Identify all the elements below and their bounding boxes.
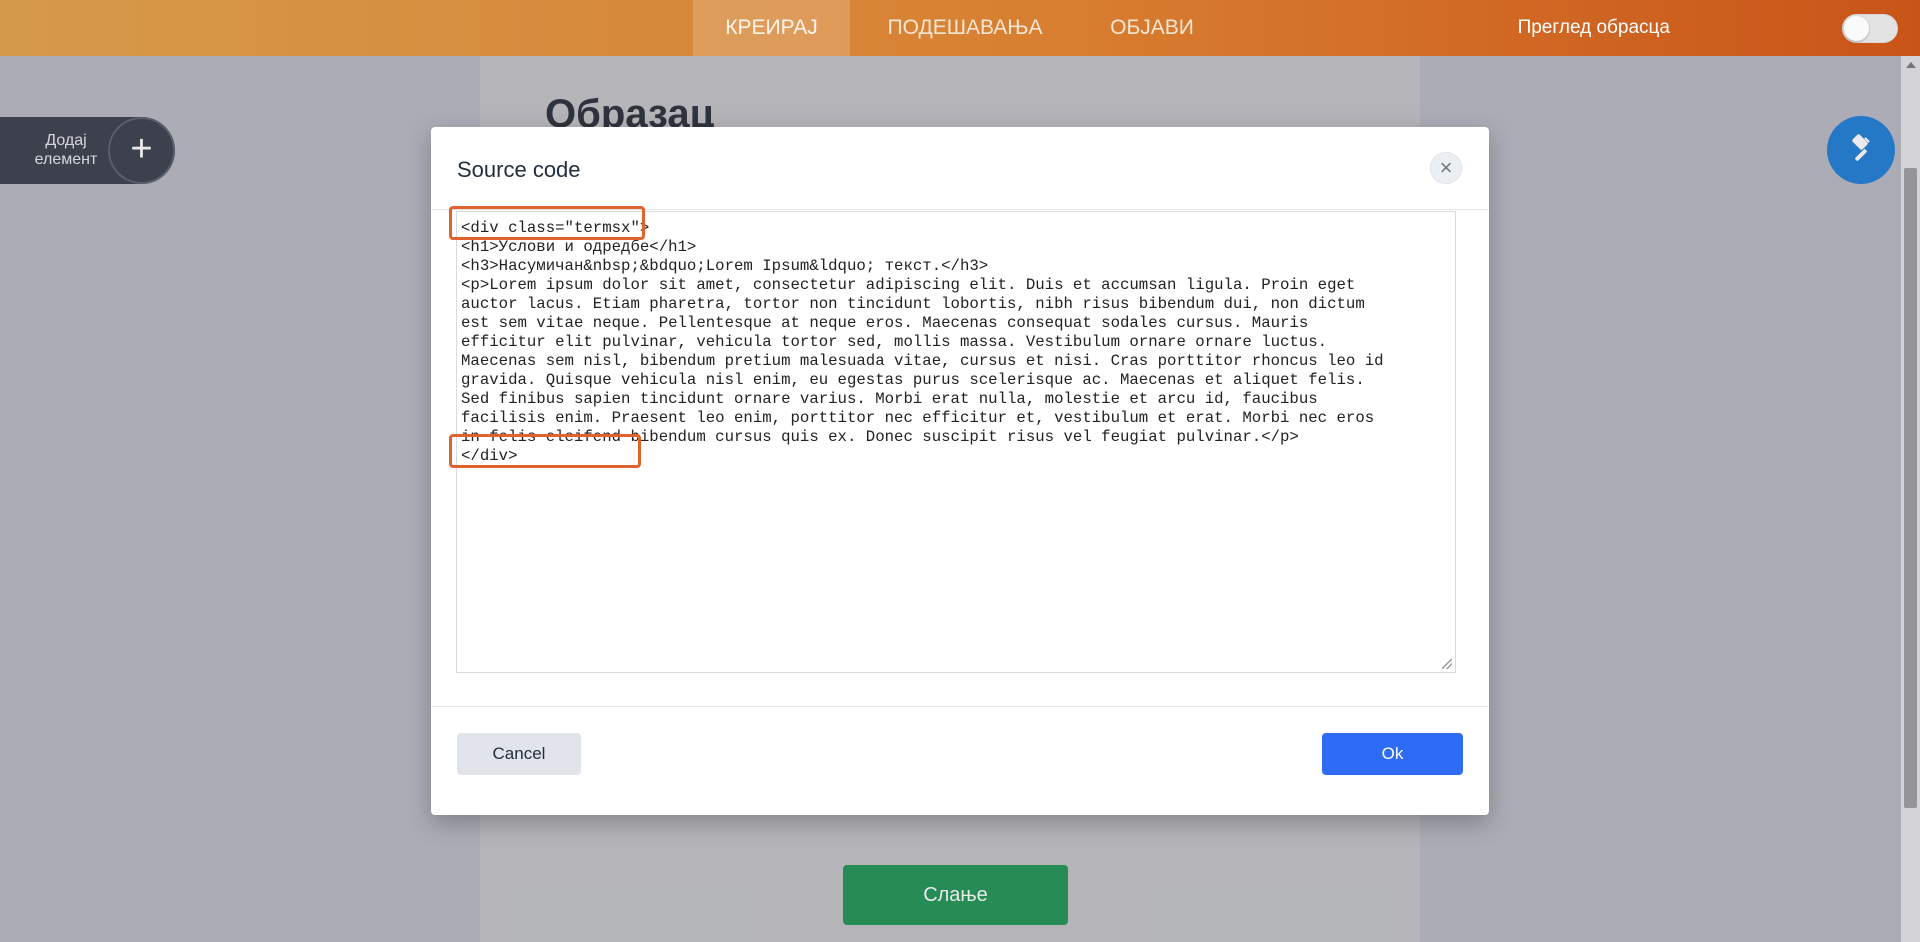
close-icon[interactable]: ×	[1430, 152, 1462, 184]
code-line: auctor lacus. Etiam pharetra, tortor non…	[461, 295, 1365, 313]
code-line: gravida. Quisque vehicula nisl enim, eu …	[461, 371, 1365, 389]
highlight-annotation-open-div	[449, 206, 645, 240]
tab-create[interactable]: КРЕИРАЈ	[693, 0, 850, 56]
tab-publish[interactable]: ОБЈАВИ	[1100, 0, 1204, 56]
cancel-button[interactable]: Cancel	[457, 733, 581, 775]
code-line: facilisis enim. Praesent leo enim, portt…	[461, 409, 1375, 427]
code-line: <h3>Насумичан&nbsp;&bdquo;Lorem Ipsum&ld…	[461, 257, 989, 275]
code-line: efficitur elit pulvinar, vehicula tortor…	[461, 333, 1328, 351]
textarea-resize-handle[interactable]	[1442, 659, 1452, 669]
form-preview-label: Преглед обрасца	[1517, 17, 1670, 38]
dialog-footer-divider	[431, 706, 1489, 707]
top-nav-bar: КРЕИРАЈ ПОДЕШАВАЊА ОБЈАВИ Преглед обрасц…	[0, 0, 1920, 56]
highlight-annotation-close-div	[449, 434, 641, 468]
code-line: Sed finibus sapien tincidunt ornare vari…	[461, 390, 1318, 408]
tab-settings[interactable]: ПОДЕШАВАЊА	[870, 0, 1060, 56]
dialog-title: Source code	[457, 157, 581, 182]
code-line: <h1>Услови и одредбе</h1>	[461, 238, 697, 256]
code-line: est sem vitae neque. Pellentesque at neq…	[461, 314, 1309, 332]
toggle-knob	[1844, 16, 1869, 41]
code-line: Maecenas sem nisl, bibendum pretium male…	[461, 352, 1384, 370]
code-line: <p>Lorem ipsum dolor sit amet, consectet…	[461, 276, 1356, 294]
form-preview-toggle[interactable]	[1842, 14, 1898, 43]
source-code-dialog: Source code × <div class="termsx"> <h1>У…	[431, 127, 1489, 815]
ok-button[interactable]: Ok	[1322, 733, 1463, 775]
